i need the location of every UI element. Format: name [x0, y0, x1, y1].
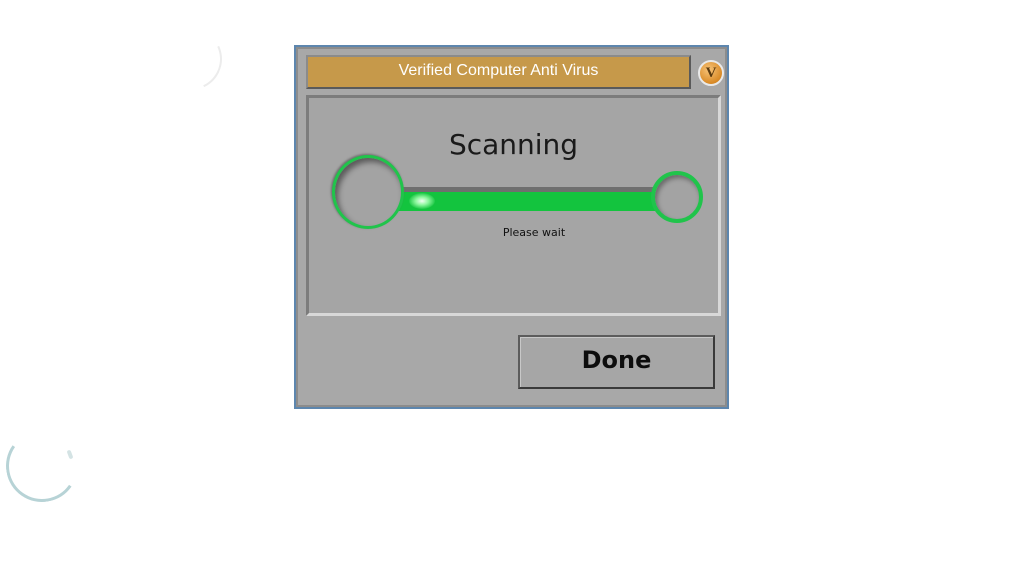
- v-logo-icon[interactable]: V: [698, 60, 724, 86]
- dialog-title[interactable]: Verified Computer Anti Virus: [306, 55, 691, 89]
- scan-panel: Scanning Please wait: [306, 95, 721, 316]
- decorative-arc: [151, 19, 231, 99]
- done-button[interactable]: Done: [518, 335, 715, 389]
- progress-end-node: [651, 171, 703, 223]
- antivirus-dialog: Verified Computer Anti Virus V Scanning …: [294, 45, 729, 409]
- status-text: Please wait: [502, 226, 566, 239]
- progress-track: [397, 187, 665, 211]
- progress-start-node: [332, 155, 404, 229]
- progress-glow: [409, 193, 435, 209]
- desktop-background: Verified Computer Anti Virus V Scanning …: [0, 0, 1016, 572]
- loading-spinner-arc: [0, 424, 84, 508]
